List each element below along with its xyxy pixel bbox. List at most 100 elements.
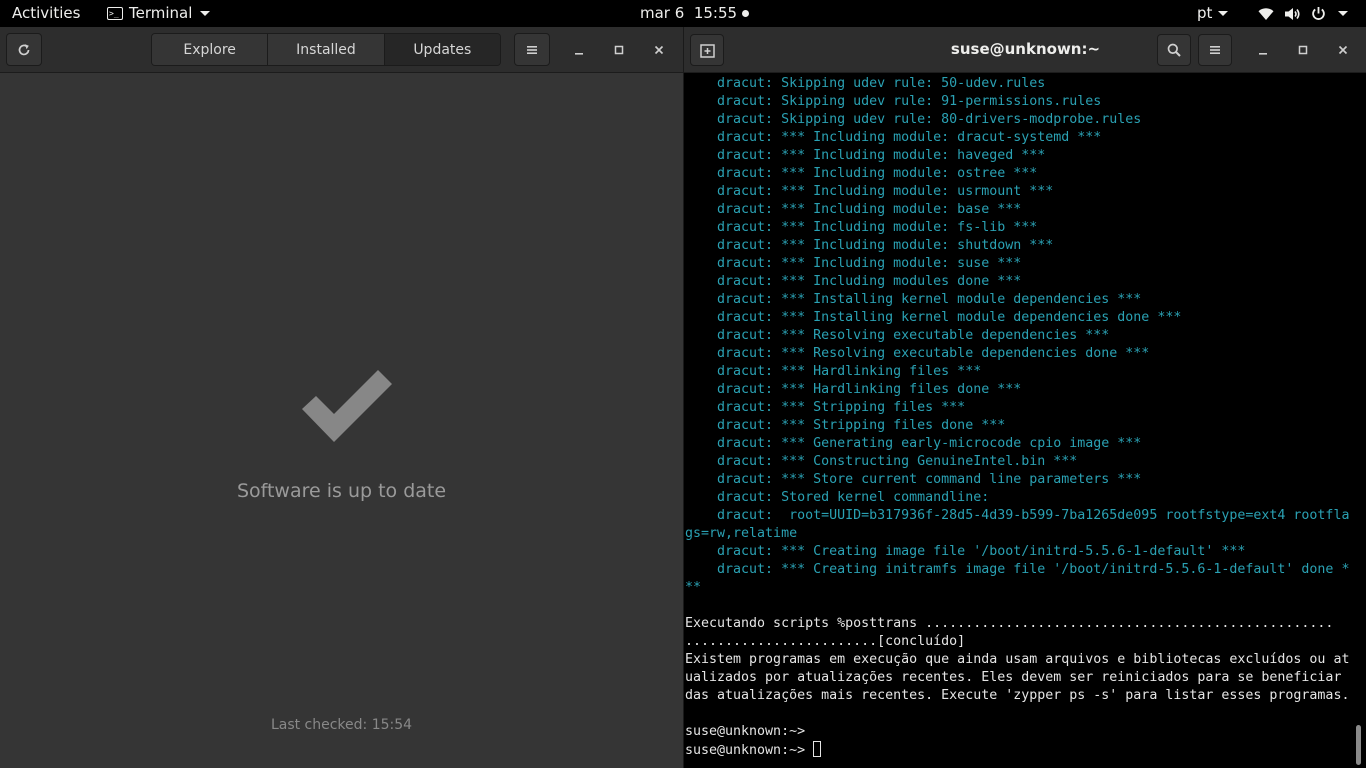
activities-button[interactable]: Activities	[12, 0, 80, 27]
terminal-header-bar: suse@unknown:~	[684, 27, 1366, 73]
terminal-line-text: dracut: *** Hardlinking files done ***	[685, 382, 1022, 397]
terminal-line: dracut: *** Including module: dracut-sys…	[685, 129, 1349, 147]
system-menu[interactable]	[1258, 0, 1348, 27]
chevron-down-icon	[1338, 11, 1348, 16]
language-indicator[interactable]: pt	[1197, 0, 1229, 27]
maximize-icon	[614, 45, 624, 55]
close-icon	[654, 45, 664, 55]
terminal-scrollbar[interactable]	[1356, 725, 1361, 765]
terminal-line: dracut: *** Including module: haveged **…	[685, 147, 1349, 165]
terminal-line-text: suse@unknown:~>	[685, 743, 814, 758]
terminal-line-text: dracut: *** Including module: fs-lib ***	[685, 220, 1038, 235]
terminal-line: suse@unknown:~>	[685, 741, 1349, 759]
terminal-line-text: dracut: *** Including module: suse ***	[685, 256, 1022, 271]
terminal-line-text: dracut: *** Constructing GenuineIntel.bi…	[685, 454, 1078, 469]
terminal-search-button[interactable]	[1157, 34, 1191, 66]
terminal-line: dracut: Skipping udev rule: 80-drivers-m…	[685, 111, 1349, 129]
terminal-line-text: gs=rw,relatime	[685, 526, 798, 541]
terminal-minimize-button[interactable]	[1252, 39, 1274, 61]
terminal-line-text: dracut: *** Store current command line p…	[685, 472, 1142, 487]
terminal-cursor	[813, 741, 822, 757]
terminal-line: Executando scripts %posttrans ..........…	[685, 615, 1349, 633]
terminal-line: das atualizações mais recentes. Execute …	[685, 687, 1349, 705]
language-label: pt	[1197, 4, 1213, 22]
terminal-line: dracut: *** Generating early-microcode c…	[685, 435, 1349, 453]
terminal-line-text: dracut: *** Installing kernel module dep…	[685, 292, 1142, 307]
software-header-bar: Explore Installed Updates	[0, 27, 683, 73]
terminal-line: dracut: Skipping udev rule: 50-udev.rule…	[685, 75, 1349, 93]
terminal-line: dracut: *** Including module: ostree ***	[685, 165, 1349, 183]
terminal-output[interactable]: dracut: Skipping udev rule: 50-udev.rule…	[685, 75, 1349, 768]
terminal-line-text: dracut: *** Hardlinking files ***	[685, 364, 982, 379]
terminal-line: **	[685, 579, 1349, 597]
terminal-line: Existem programas em execução que ainda …	[685, 651, 1349, 669]
terminal-line-text: dracut: *** Creating initramfs image fil…	[685, 562, 1349, 577]
terminal-line-text: dracut: *** Including modules done ***	[685, 274, 1022, 289]
terminal-line-text: dracut: *** Including module: shutdown *…	[685, 238, 1054, 253]
terminal-line: dracut: Skipping udev rule: 91-permissio…	[685, 93, 1349, 111]
last-checked-label: Last checked: 15:54	[270, 717, 413, 733]
terminal-line: dracut: *** Including module: shutdown *…	[685, 237, 1349, 255]
terminal-line: dracut: *** Including module: suse ***	[685, 255, 1349, 273]
app-menu[interactable]: >_ Terminal	[107, 0, 211, 27]
terminal-line-text: **	[685, 580, 702, 595]
terminal-line: dracut: *** Including module: usrmount *…	[685, 183, 1349, 201]
refresh-button[interactable]	[6, 33, 42, 66]
software-close-button[interactable]	[648, 39, 670, 61]
clock[interactable]: mar 6 15:55	[640, 0, 750, 27]
software-minimize-button[interactable]	[568, 39, 590, 61]
app-menu-label: Terminal	[129, 4, 193, 22]
terminal-line: dracut: *** Including module: base ***	[685, 201, 1349, 219]
tab-updates[interactable]: Updates	[384, 34, 500, 65]
terminal-line-text: Existem programas em execução que ainda …	[685, 652, 1349, 667]
terminal-icon: >_	[107, 7, 123, 20]
terminal-line-text: dracut: *** Including module: haveged **…	[685, 148, 1046, 163]
terminal-line-text: dracut: Skipping udev rule: 91-permissio…	[685, 94, 1102, 109]
terminal-close-button[interactable]	[1332, 39, 1354, 61]
terminal-line: dracut: *** Store current command line p…	[685, 471, 1349, 489]
terminal-line: dracut: *** Stripping files ***	[685, 399, 1349, 417]
notification-dot-icon	[742, 10, 750, 17]
tab-explore[interactable]: Explore	[152, 34, 269, 65]
terminal-maximize-button[interactable]	[1292, 39, 1314, 61]
refresh-icon	[18, 43, 30, 55]
wifi-icon	[1258, 7, 1274, 20]
terminal-line: dracut: *** Creating image file '/boot/i…	[685, 543, 1349, 561]
minimize-icon	[575, 53, 583, 55]
volume-icon	[1285, 7, 1300, 20]
terminal-line-text: suse@unknown:~>	[685, 724, 814, 739]
terminal-line-text: dracut: *** Creating image file '/boot/i…	[685, 544, 1246, 559]
terminal-window: suse@unknown:~ dracut: Skipping udev rul…	[683, 27, 1366, 768]
terminal-line-text: dracut: *** Stripping files done ***	[685, 418, 1006, 433]
terminal-line-text: dracut: *** Stripping files ***	[685, 400, 966, 415]
terminal-line: dracut: *** Resolving executable depende…	[685, 345, 1349, 363]
terminal-line-text: dracut: *** Resolving executable depende…	[685, 346, 1150, 361]
terminal-line-text: dracut: *** Including module: dracut-sys…	[685, 130, 1102, 145]
terminal-line-text: dracut: *** Installing kernel module dep…	[685, 310, 1182, 325]
software-maximize-button[interactable]	[608, 39, 630, 61]
terminal-line: dracut: Stored kernel commandline:	[685, 489, 1349, 507]
terminal-line: ualizados por atualizações recentes. Ele…	[685, 669, 1349, 687]
terminal-line-text: dracut: *** Including module: usrmount *…	[685, 184, 1054, 199]
terminal-menu-button[interactable]	[1198, 34, 1232, 66]
software-window: Explore Installed Updates Software is up…	[0, 27, 683, 768]
terminal-line: ........................[concluído]	[685, 633, 1349, 651]
hamburger-menu-icon	[527, 45, 537, 54]
terminal-line: dracut: *** Including module: fs-lib ***	[685, 219, 1349, 237]
chevron-down-icon	[1218, 11, 1229, 16]
hamburger-menu-icon	[1210, 46, 1220, 54]
minimize-icon	[1259, 53, 1267, 55]
terminal-line: dracut: *** Hardlinking files done ***	[685, 381, 1349, 399]
tab-installed[interactable]: Installed	[268, 34, 385, 65]
terminal-line: dracut: root=UUID=b317936f-28d5-4d39-b59…	[685, 507, 1349, 525]
terminal-line-text: dracut: root=UUID=b317936f-28d5-4d39-b59…	[685, 508, 1349, 523]
software-menu-button[interactable]	[514, 33, 550, 66]
clock-label: mar 6 15:55	[640, 4, 738, 22]
up-to-date-message: Software is up to date	[236, 480, 447, 502]
terminal-line: dracut: *** Stripping files done ***	[685, 417, 1349, 435]
terminal-line-text: dracut: *** Including module: ostree ***	[685, 166, 1038, 181]
terminal-line-text: ........................[concluído]	[685, 634, 966, 649]
top-bar: Activities >_ Terminal mar 6 15:55 pt	[0, 0, 1366, 27]
